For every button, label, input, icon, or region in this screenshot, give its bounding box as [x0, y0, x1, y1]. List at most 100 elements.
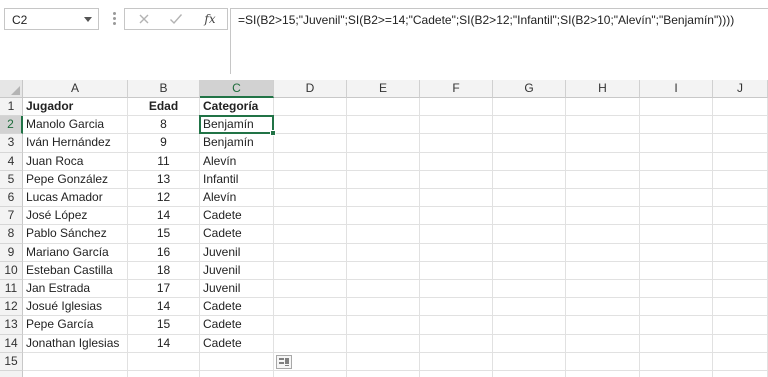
cell-j[interactable]: [713, 170, 768, 189]
row-header[interactable]: 1: [0, 98, 23, 117]
cell-i[interactable]: [640, 152, 713, 171]
cell-g[interactable]: [493, 189, 566, 208]
cell-i[interactable]: [640, 371, 713, 377]
cell-i[interactable]: [640, 189, 713, 208]
row-header[interactable]: 6: [0, 189, 23, 208]
cell-j[interactable]: [713, 152, 768, 171]
cell-b[interactable]: 14: [128, 334, 200, 353]
cell-g[interactable]: [493, 371, 566, 377]
cell-h[interactable]: [566, 243, 640, 262]
cell-c[interactable]: Cadete: [200, 225, 274, 244]
row-header[interactable]: 14: [0, 334, 23, 353]
cell-i[interactable]: [640, 352, 713, 371]
row-header[interactable]: 15: [0, 352, 23, 371]
cell-h[interactable]: [566, 371, 640, 377]
cell-b[interactable]: 13: [128, 170, 200, 189]
cell-d[interactable]: [274, 316, 347, 335]
name-box[interactable]: C2: [4, 8, 99, 30]
cell-b[interactable]: 8: [128, 116, 200, 135]
cell-i[interactable]: [640, 170, 713, 189]
cell-c[interactable]: Cadete: [200, 316, 274, 335]
cell-d[interactable]: [274, 207, 347, 226]
column-header-b[interactable]: B: [128, 80, 200, 98]
cell-j[interactable]: [713, 189, 768, 208]
cell-a[interactable]: Lucas Amador: [23, 189, 128, 208]
cell-e[interactable]: [347, 243, 420, 262]
cell-b[interactable]: 9: [128, 134, 200, 153]
column-header-i[interactable]: I: [640, 80, 713, 98]
column-header-d[interactable]: D: [274, 80, 347, 98]
cell-h[interactable]: [566, 207, 640, 226]
cell-b[interactable]: 18: [128, 261, 200, 280]
cell-a[interactable]: José López: [23, 207, 128, 226]
row-header[interactable]: 8: [0, 225, 23, 244]
cell-h[interactable]: [566, 334, 640, 353]
row-header[interactable]: 5: [0, 170, 23, 189]
cell-d[interactable]: [274, 225, 347, 244]
cell-g[interactable]: [493, 134, 566, 153]
cell-j[interactable]: [713, 225, 768, 244]
cell-f[interactable]: [420, 371, 493, 377]
cell-b[interactable]: 11: [128, 152, 200, 171]
cell-j[interactable]: [713, 261, 768, 280]
cell-d[interactable]: [274, 261, 347, 280]
cell-g[interactable]: [493, 298, 566, 317]
select-all-button[interactable]: [0, 80, 23, 98]
cell-e[interactable]: [347, 334, 420, 353]
cell-g[interactable]: [493, 243, 566, 262]
cell-e[interactable]: [347, 170, 420, 189]
resize-handle-icon[interactable]: [113, 12, 116, 26]
cell-f[interactable]: [420, 134, 493, 153]
cell-a[interactable]: Mariano García: [23, 243, 128, 262]
cell-c[interactable]: Categoría: [200, 98, 274, 117]
cell-h[interactable]: [566, 152, 640, 171]
cell-d[interactable]: [274, 298, 347, 317]
cell-j[interactable]: [713, 371, 768, 377]
cell-b[interactable]: [128, 371, 200, 377]
cell-i[interactable]: [640, 225, 713, 244]
cell-f[interactable]: [420, 152, 493, 171]
formula-input[interactable]: =SI(B2>15;"Juvenil";SI(B2>=14;"Cadete";S…: [230, 8, 768, 74]
column-header-g[interactable]: G: [493, 80, 566, 98]
cell-a[interactable]: Jan Estrada: [23, 280, 128, 299]
cell-b[interactable]: 14: [128, 298, 200, 317]
cell-h[interactable]: [566, 280, 640, 299]
cell-d[interactable]: [274, 243, 347, 262]
column-header-e[interactable]: E: [347, 80, 420, 98]
cell-a[interactable]: Pepe García: [23, 316, 128, 335]
cell-i[interactable]: [640, 98, 713, 117]
fill-handle[interactable]: [270, 130, 276, 137]
cell-a[interactable]: Jonathan Iglesias: [23, 334, 128, 353]
cell-j[interactable]: [713, 134, 768, 153]
cell-d[interactable]: [274, 189, 347, 208]
cell-b[interactable]: 14: [128, 207, 200, 226]
cell-h[interactable]: [566, 189, 640, 208]
cell-i[interactable]: [640, 116, 713, 135]
cell-e[interactable]: [347, 98, 420, 117]
cell-c[interactable]: Juvenil: [200, 243, 274, 262]
cell-a[interactable]: Juan Roca: [23, 152, 128, 171]
row-header[interactable]: 12: [0, 298, 23, 317]
cell-e[interactable]: [347, 207, 420, 226]
cell-f[interactable]: [420, 170, 493, 189]
cell-h[interactable]: [566, 352, 640, 371]
cell-c[interactable]: [200, 371, 274, 377]
cell-f[interactable]: [420, 261, 493, 280]
cell-f[interactable]: [420, 243, 493, 262]
row-header[interactable]: 11: [0, 280, 23, 299]
cell-g[interactable]: [493, 280, 566, 299]
cell-h[interactable]: [566, 298, 640, 317]
cell-f[interactable]: [420, 189, 493, 208]
cell-g[interactable]: [493, 334, 566, 353]
cell-b[interactable]: Edad: [128, 98, 200, 117]
column-header-a[interactable]: A: [23, 80, 128, 98]
row-header[interactable]: 4: [0, 152, 23, 171]
cell-b[interactable]: 16: [128, 243, 200, 262]
cell-f[interactable]: [420, 225, 493, 244]
cell-c[interactable]: Benjamín: [200, 134, 274, 153]
cell-d[interactable]: [274, 116, 347, 135]
cell-d[interactable]: [274, 334, 347, 353]
cell-h[interactable]: [566, 316, 640, 335]
row-header[interactable]: 10: [0, 261, 23, 280]
cell-j[interactable]: [713, 316, 768, 335]
